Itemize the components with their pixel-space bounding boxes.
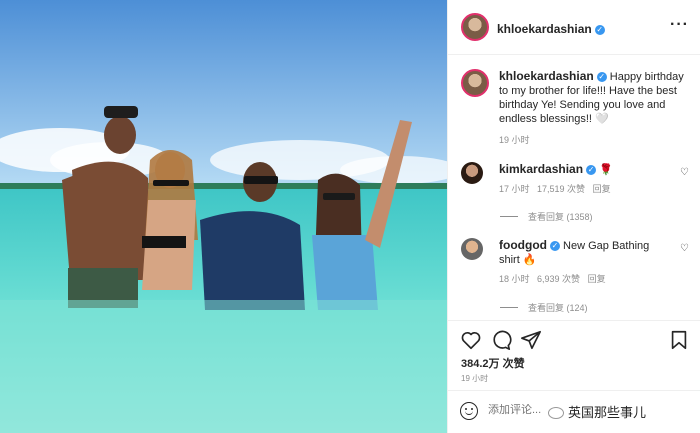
comment-username[interactable]: foodgod	[499, 238, 547, 252]
view-replies-link[interactable]: 查看回复 (1358)	[500, 210, 593, 223]
view-replies-link[interactable]: 查看回复 (124)	[500, 301, 588, 314]
replies-divider	[500, 307, 518, 308]
verified-badge-icon: ✓	[596, 72, 607, 82]
comment-text: 🌹	[599, 164, 613, 176]
caption-time: 19 小时	[499, 135, 530, 145]
comment-like-heart-icon[interactable]: ♡	[680, 243, 689, 254]
comment-time: 17 小时	[499, 184, 530, 194]
watermark: 英国那些事儿	[548, 402, 646, 421]
comment-icon[interactable]	[490, 329, 512, 351]
beach-photo-image	[0, 0, 447, 433]
more-options-icon[interactable]: ···	[670, 16, 689, 34]
caption-author-avatar[interactable]	[461, 69, 489, 97]
like-count[interactable]: 384.2万 次赞	[461, 355, 525, 371]
post-photo[interactable]	[0, 0, 447, 433]
share-icon[interactable]	[520, 329, 542, 351]
instagram-post-view: khloekardashian ✓ ··· khloekardashian ✓ Ha…	[0, 0, 700, 433]
comments-list: khloekardashian ✓ Happy birthday to my br…	[448, 55, 700, 320]
caption-author-username[interactable]: khloekardashian	[499, 69, 594, 83]
comment-time: 18 小时	[499, 274, 530, 284]
emoji-icon[interactable]	[460, 402, 478, 420]
comment-like-heart-icon[interactable]: ♡	[680, 167, 689, 178]
comment-username[interactable]: kimkardashian	[499, 162, 583, 176]
comment-avatar[interactable]	[461, 238, 483, 260]
post-time: 19 小时	[461, 374, 489, 383]
heart-icon[interactable]	[460, 329, 482, 351]
comment-avatar[interactable]	[461, 162, 483, 184]
verified-badge-icon: ✓	[549, 241, 560, 251]
bookmark-icon[interactable]	[668, 329, 690, 351]
replies-divider	[500, 216, 518, 217]
post-header: khloekardashian ✓ ···	[448, 0, 700, 55]
author-avatar[interactable]	[461, 13, 489, 41]
comment-likes[interactable]: 17,519 次赞	[537, 184, 585, 194]
wechat-logo-icon	[548, 407, 564, 419]
comment-reply-link[interactable]: 回复	[588, 274, 606, 284]
comment-reply-link[interactable]: 回复	[593, 184, 611, 194]
post-side-panel: khloekardashian ✓ ··· khloekardashian ✓ Ha…	[447, 0, 700, 433]
verified-badge-icon: ✓	[586, 165, 597, 175]
comment-likes[interactable]: 6,939 次赞	[537, 274, 580, 284]
verified-badge-icon: ✓	[594, 25, 605, 35]
author-username[interactable]: khloekardashian	[497, 22, 592, 36]
